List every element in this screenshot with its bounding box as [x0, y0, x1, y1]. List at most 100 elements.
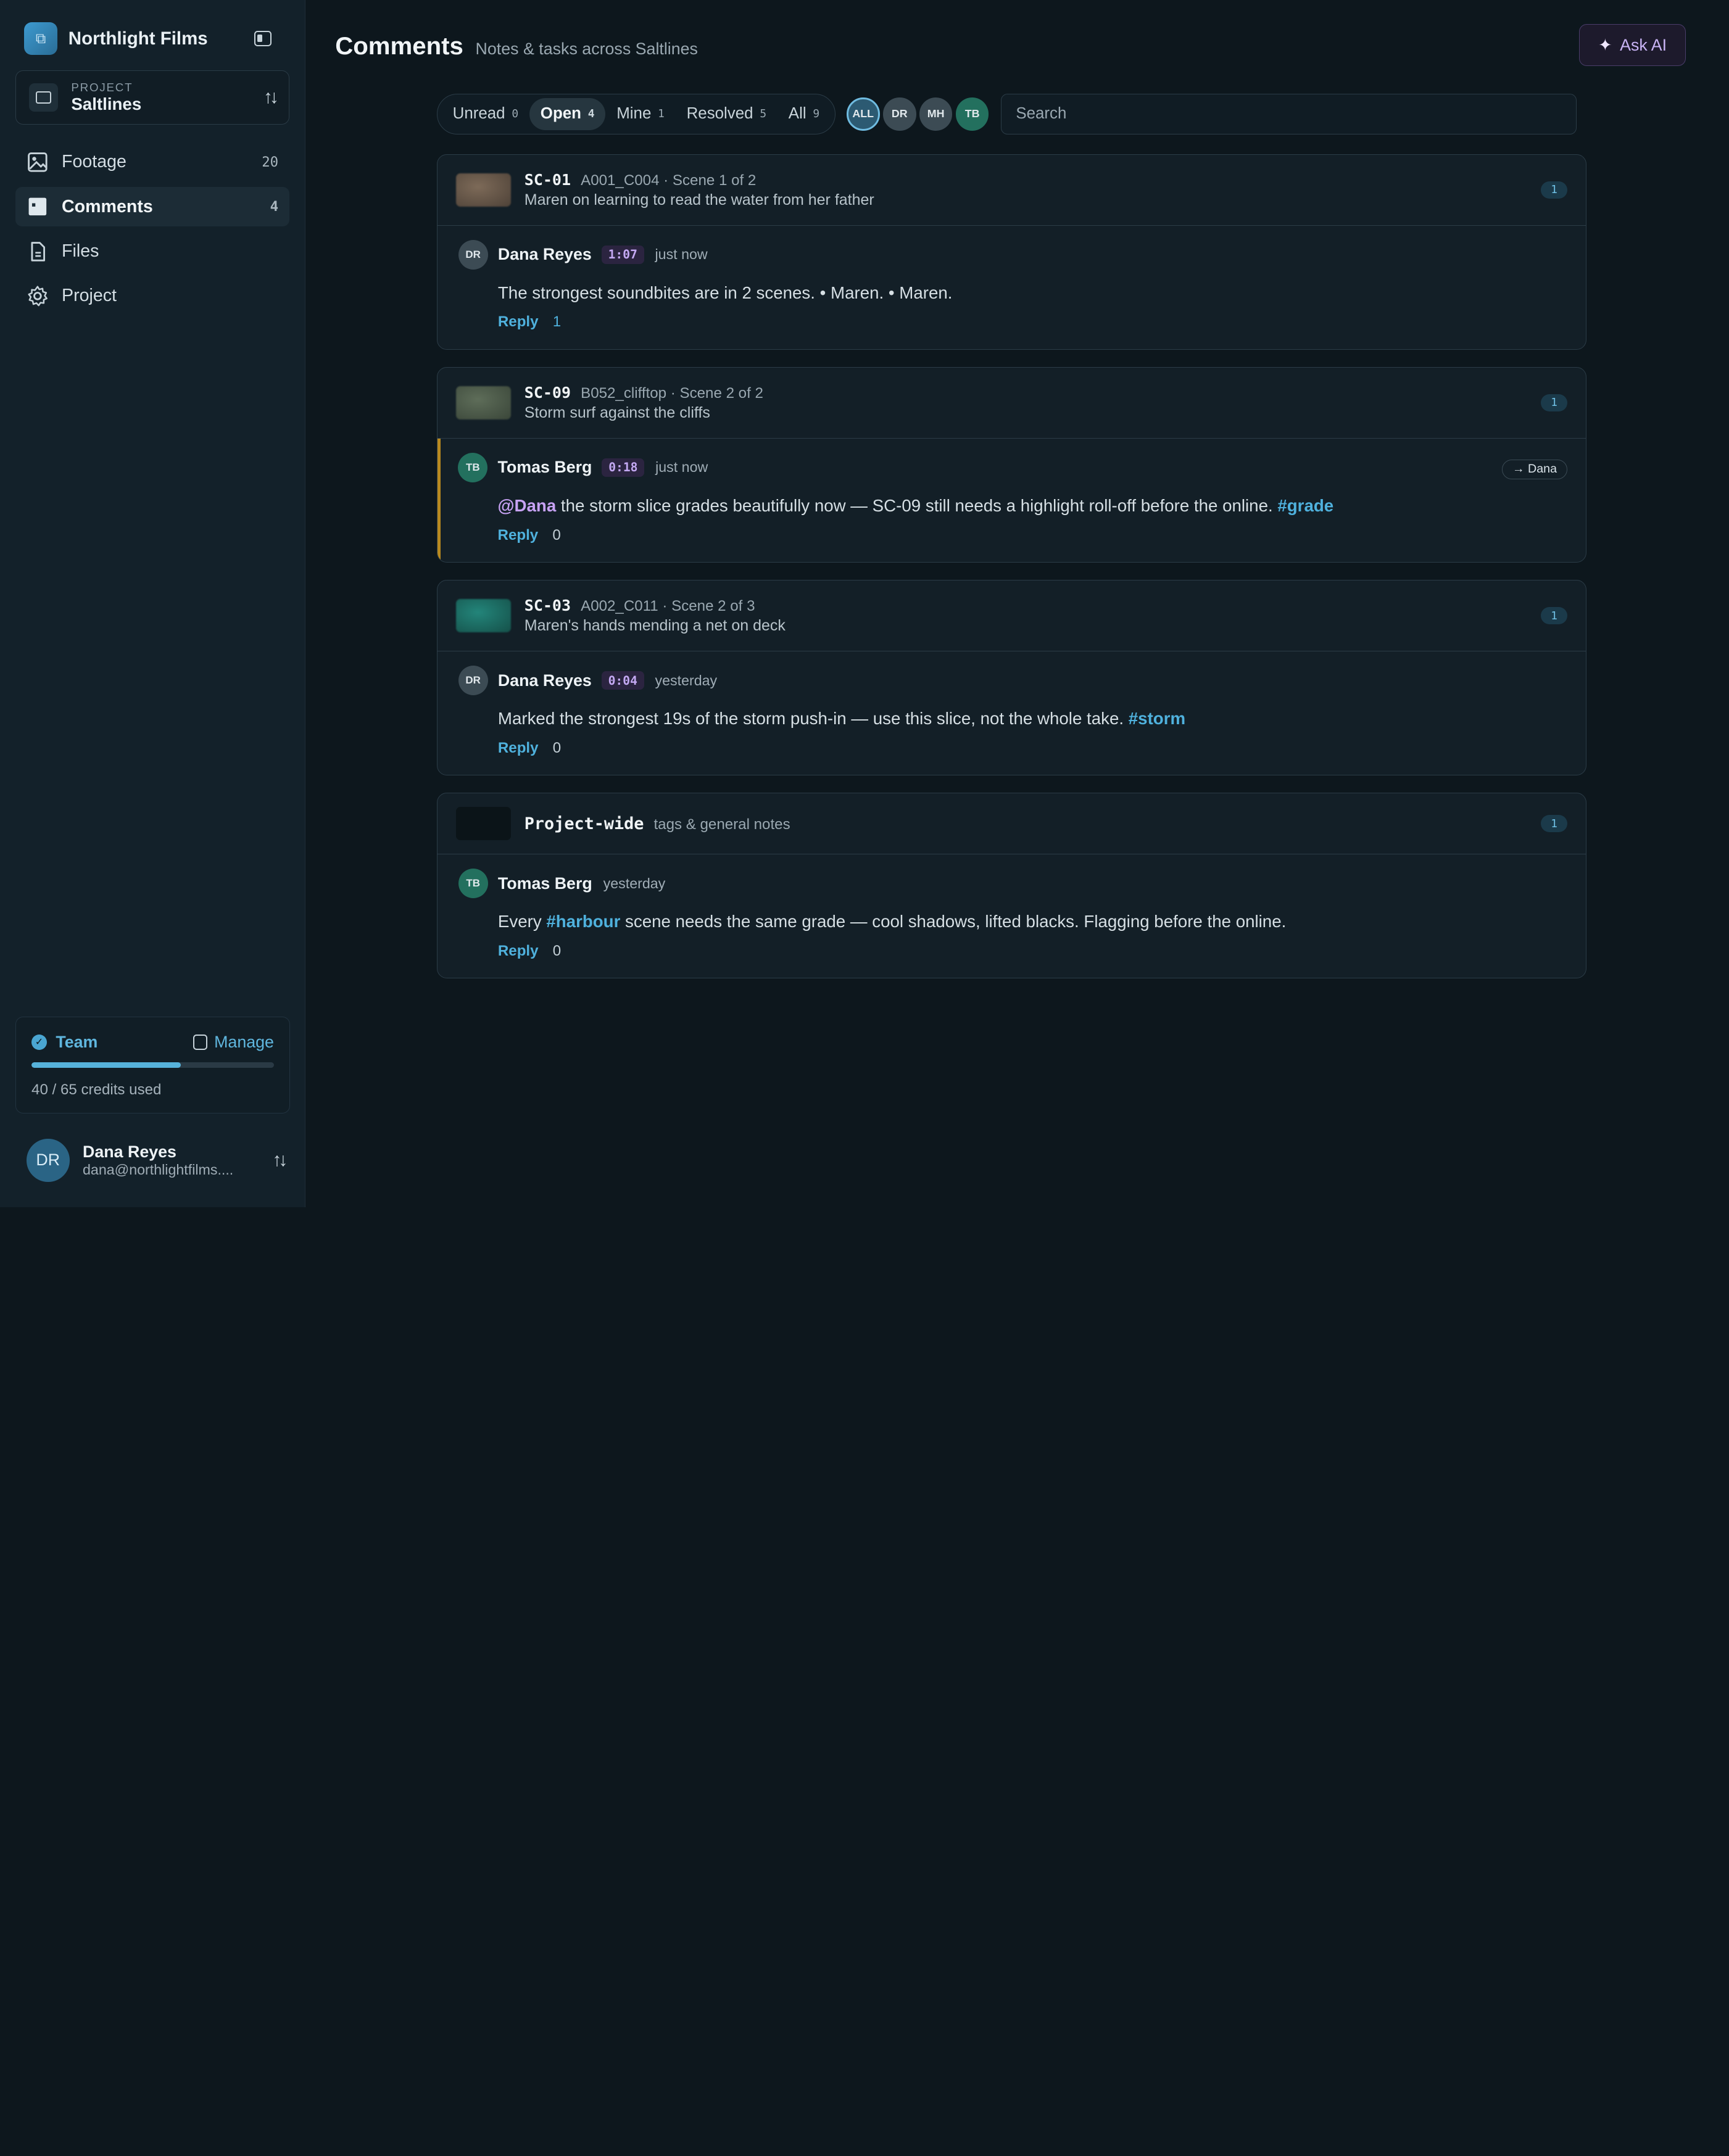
assignee-badge[interactable]: → Dana	[1501, 459, 1568, 479]
reply-button[interactable]: Reply	[498, 943, 539, 960]
sidebar-item-comments[interactable]: Comments 4	[15, 186, 289, 227]
filter-all[interactable]: All 9	[777, 98, 831, 130]
comment-text: The strongest soundbites are in 2 scenes…	[497, 283, 953, 302]
thread-header[interactable]: Project-wide tags & general notes 1	[437, 793, 1586, 854]
timecode-badge[interactable]: 0:04	[601, 671, 644, 690]
avatar: TB	[458, 868, 488, 899]
reply-button[interactable]: Reply	[498, 313, 539, 331]
people-filter: ALL DR MH TB	[846, 97, 992, 131]
org-header: ⧉ Northlight Films	[0, 0, 305, 56]
thread-header[interactable]: SC-03 A002_C011 · Scene 2 of 3 Maren's h…	[437, 580, 1586, 651]
thread-card: Project-wide tags & general notes 1 TB T…	[436, 793, 1587, 978]
org-logo-icon: ⧉	[24, 22, 57, 56]
filter-label: All	[788, 105, 806, 123]
comment-count-badge: 1	[1541, 394, 1568, 412]
team-label-group[interactable]: ✓ Team	[31, 1033, 97, 1052]
comment-count-badge: 1	[1541, 606, 1568, 625]
page-title: Comments	[335, 31, 463, 60]
scene-thumbnail	[456, 386, 512, 419]
filter-open[interactable]: Open 4	[529, 98, 606, 130]
comment: DR Dana Reyes 1:07 just now The stronges…	[437, 226, 1586, 349]
comment-text-part: Marked the strongest 19s of the storm pu…	[497, 709, 1129, 728]
ask-ai-button[interactable]: ✦ Ask AI	[1578, 24, 1686, 67]
thread-card: SC-03 A002_C011 · Scene 2 of 3 Maren's h…	[436, 580, 1587, 775]
manage-button[interactable]: Manage	[193, 1033, 274, 1052]
credits-progress-fill	[31, 1062, 181, 1068]
reply-count: 0	[552, 739, 562, 756]
scene-id: SC-09	[524, 383, 571, 402]
thread-header[interactable]: SC-09 B052_clifftop · Scene 2 of 2 Storm…	[437, 368, 1586, 439]
reply-count: 0	[552, 942, 562, 959]
filter-mine[interactable]: Mine 1	[605, 98, 675, 130]
sidebar-item-footage[interactable]: Footage 20	[15, 142, 289, 182]
reply-button[interactable]: Reply	[498, 527, 539, 544]
sidebar-item-files[interactable]: Files	[15, 231, 289, 271]
app-root: ⧉ Northlight Films PROJECT Saltlines ↑↓ …	[0, 0, 1729, 1207]
project-switcher[interactable]: PROJECT Saltlines ↑↓	[15, 70, 289, 125]
thread-header[interactable]: SC-01 A001_C004 · Scene 1 of 2 Maren on …	[437, 155, 1586, 226]
comment-time: just now	[655, 459, 708, 476]
comment-text-part: Every	[497, 912, 547, 931]
filter-count: 9	[813, 107, 820, 121]
thread-card: SC-01 A001_C004 · Scene 1 of 2 Maren on …	[436, 154, 1587, 350]
hashtag[interactable]: #harbour	[546, 912, 620, 931]
scene-id: SC-03	[524, 596, 571, 614]
sidebar-item-label: Project	[62, 286, 117, 306]
hashtag[interactable]: #storm	[1129, 709, 1185, 728]
main-content: Comments Notes & tasks across Saltlines …	[305, 0, 1729, 1207]
file-icon	[27, 241, 49, 263]
filter-bar: Unread 0 Open 4 Mine 1 Resolved 5 All 9 ALL D…	[436, 93, 1577, 134]
team-credits-card: ✓ Team Manage 40 / 65 credits used	[15, 1016, 290, 1113]
sidebar-item-count: 20	[262, 154, 279, 170]
comment-author: Dana Reyes	[497, 245, 592, 264]
timecode-badge[interactable]: 1:07	[601, 245, 644, 265]
comment-count-badge: 1	[1541, 814, 1568, 833]
hashtag[interactable]: #grade	[1277, 496, 1333, 515]
avatar: DR	[458, 239, 488, 270]
scene-description: Storm surf against the cliffs	[524, 404, 710, 422]
scene-thumbnail	[456, 599, 512, 632]
credits-progress-bar	[31, 1062, 275, 1068]
timecode-badge[interactable]: 0:18	[602, 458, 645, 477]
person-filter-all[interactable]: ALL	[846, 97, 880, 131]
scene-id: SC-01	[524, 170, 571, 189]
project-text: PROJECT Saltlines	[71, 81, 263, 114]
person-filter-tb[interactable]: TB	[955, 97, 989, 131]
filter-label: Open	[540, 105, 582, 123]
status-filter-group: Unread 0 Open 4 Mine 1 Resolved 5 All 9	[436, 93, 836, 134]
project-thumbnail	[456, 807, 512, 840]
comment: TB Tomas Berg 0:18 just now → Dana @Dana…	[437, 438, 1586, 562]
filter-unread[interactable]: Unread 0	[442, 98, 529, 130]
sidebar-toggle-icon[interactable]	[254, 31, 272, 47]
comment-author: Tomas Berg	[497, 458, 592, 477]
thread-card: SC-09 B052_clifftop · Scene 2 of 2 Storm…	[436, 367, 1587, 563]
filter-label: Mine	[616, 105, 652, 123]
person-filter-mh[interactable]: MH	[919, 97, 953, 131]
avatar: DR	[26, 1138, 70, 1182]
project-name: Saltlines	[71, 94, 142, 114]
scene-meta: A002_C011 · Scene 2 of 3	[581, 597, 755, 614]
mention[interactable]: @Dana	[498, 496, 557, 515]
sidebar: ⧉ Northlight Films PROJECT Saltlines ↑↓ …	[0, 0, 305, 1207]
sidebar-nav: Footage 20 Comments 4 Files Project	[0, 142, 305, 316]
search-input[interactable]	[1001, 93, 1577, 134]
reply-button[interactable]: Reply	[498, 740, 539, 757]
project-icon	[29, 83, 58, 112]
avatar: TB	[458, 452, 488, 483]
person-filter-dr[interactable]: DR	[882, 97, 916, 131]
project-label: PROJECT	[71, 81, 133, 94]
comment-count-badge: 1	[1541, 181, 1568, 199]
comment: TB Tomas Berg yesterday Every #harbour s…	[437, 854, 1586, 978]
comment-text-part: the storm slice grades beautifully now —…	[556, 495, 1278, 515]
user-menu[interactable]: DR Dana Reyes dana@northlightfilms.... ↑…	[26, 1138, 288, 1182]
user-name: Dana Reyes	[83, 1142, 176, 1161]
manage-label: Manage	[214, 1032, 274, 1051]
comment-author: Tomas Berg	[497, 874, 592, 893]
filter-resolved[interactable]: Resolved 5	[676, 98, 777, 130]
sidebar-item-project[interactable]: Project	[15, 276, 289, 316]
swap-icon: ↑↓	[272, 1149, 288, 1170]
scene-meta: B052_clifftop · Scene 2 of 2	[581, 384, 763, 402]
scene-description: Maren's hands mending a net on deck	[524, 617, 786, 635]
filter-count: 4	[587, 107, 595, 121]
comment-time: just now	[655, 246, 708, 263]
